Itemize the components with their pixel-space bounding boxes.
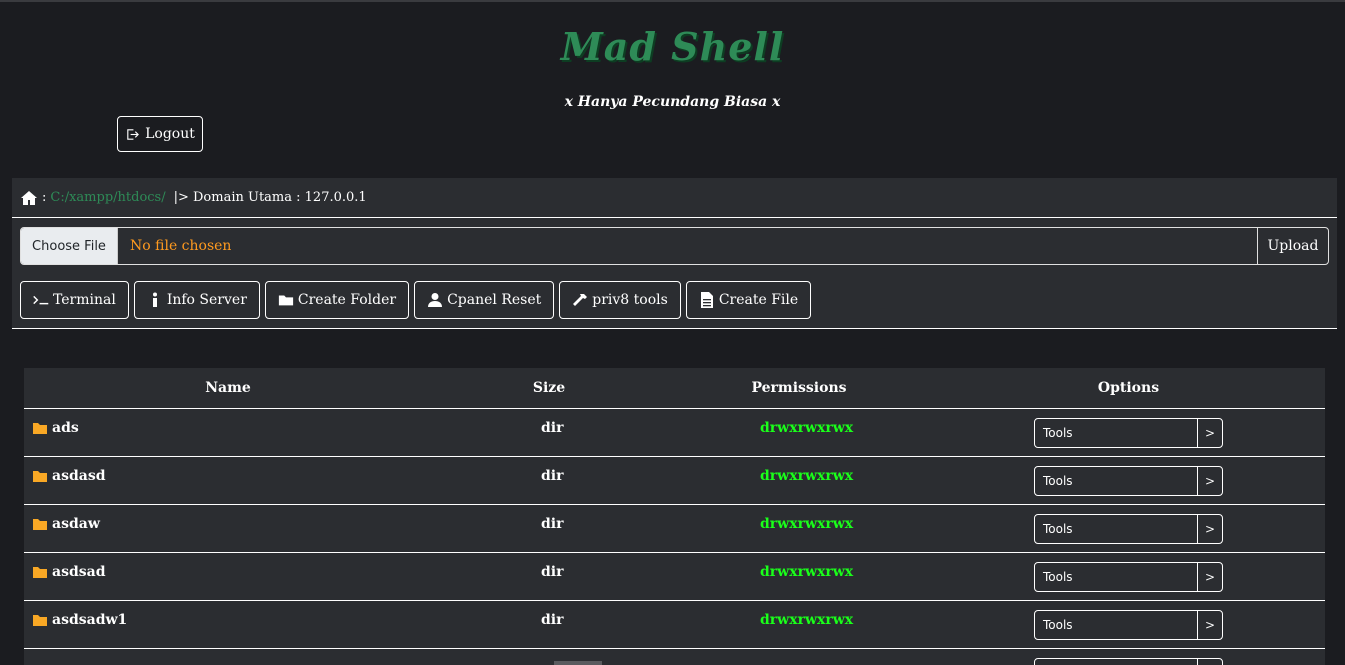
horizontal-scrollbar[interactable] — [554, 661, 602, 665]
header-permissions[interactable]: Permissions — [666, 380, 932, 396]
tools-go-button[interactable] — [1197, 659, 1222, 665]
tools-go-button[interactable]: > — [1197, 467, 1222, 495]
tools-select[interactable]: Tools — [1035, 563, 1197, 591]
file-icon — [700, 292, 713, 308]
file-permissions[interactable]: drwxrwxrwx — [760, 612, 853, 628]
create-folder-label: Create Folder — [297, 292, 397, 308]
file-permissions[interactable]: drwxrwxrwx — [760, 516, 853, 532]
create-file-button[interactable]: Create File — [685, 281, 812, 319]
table-row: asdsad dir drwxrwxrwx Tools > — [24, 553, 1325, 601]
file-size: dir — [541, 564, 564, 580]
priv8-tools-label: priv8 tools — [592, 292, 668, 308]
current-path-link[interactable]: C:/xampp/htdocs/ — [50, 190, 165, 205]
tools-select[interactable]: Tools — [1035, 467, 1197, 495]
folder-icon — [33, 567, 47, 578]
header-options: Options — [1097, 380, 1160, 396]
folder-icon — [33, 615, 47, 626]
table-row: asdsadw1 dir drwxrwxrwx Tools > — [24, 601, 1325, 649]
file-size: dir — [541, 516, 564, 532]
tools-select[interactable]: Tools — [1035, 611, 1197, 639]
hammer-icon — [573, 294, 588, 306]
file-name[interactable]: asdasd — [52, 468, 105, 484]
choose-file-button[interactable]: Choose File — [21, 228, 118, 264]
file-status-text: No file chosen — [130, 238, 232, 254]
terminal-label: Terminal — [53, 292, 116, 308]
file-name-cell[interactable]: asdasd — [32, 468, 105, 484]
logout-icon — [127, 128, 140, 140]
file-upload-group: Choose File No file chosen Upload — [20, 227, 1329, 265]
tools-select-group — [1034, 658, 1223, 665]
tools-select-group: Tools > — [1034, 466, 1223, 496]
tools-select-group: Tools > — [1034, 514, 1223, 544]
tools-select-group: Tools > — [1034, 562, 1223, 592]
file-size: dir — [541, 612, 564, 628]
file-name[interactable]: asdaw — [52, 516, 100, 532]
table-row: ads dir drwxrwxrwx Tools > — [24, 409, 1325, 457]
table-row: asdaw dir drwxrwxrwx Tools > — [24, 505, 1325, 553]
domain-info: |> Domain Utama : 127.0.0.1 — [173, 190, 367, 205]
home-icon[interactable] — [20, 190, 38, 206]
user-icon — [428, 293, 443, 307]
table-row: asdasd dir drwxrwxrwx Tools > — [24, 457, 1325, 505]
info-server-button[interactable]: Info Server — [133, 281, 260, 319]
create-folder-button[interactable]: Create Folder — [264, 281, 410, 319]
priv8-tools-button[interactable]: priv8 tools — [559, 281, 681, 319]
file-permissions[interactable]: drwxrwxrwx — [760, 564, 853, 580]
tools-go-button[interactable]: > — [1197, 563, 1222, 591]
tools-select-group: Tools > — [1034, 418, 1223, 448]
tools-select[interactable]: Tools — [1035, 419, 1197, 447]
file-table: Name Size Permissions Options ads dir drwx… — [24, 368, 1325, 665]
tools-select-group: Tools > — [1034, 610, 1223, 640]
header-name[interactable]: Name — [24, 380, 432, 396]
file-name[interactable]: asdsadw1 — [52, 612, 127, 628]
site-title: Mad Shell — [560, 24, 785, 69]
create-file-label: Create File — [718, 292, 799, 308]
file-name-cell[interactable]: ads — [32, 420, 79, 436]
tools-go-button[interactable]: > — [1197, 515, 1222, 543]
cpanel-reset-button[interactable]: Cpanel Reset — [414, 281, 555, 319]
info-server-label: Info Server — [166, 292, 247, 308]
table-header: Name Size Permissions Options — [24, 368, 1325, 409]
info-icon — [152, 292, 157, 307]
file-name[interactable]: asdsad — [52, 564, 105, 580]
folder-icon — [33, 471, 47, 482]
file-permissions[interactable]: drwxrwxrwx — [760, 468, 853, 484]
folder-icon — [278, 295, 294, 306]
file-permissions[interactable]: drwxrwxrwx — [760, 420, 853, 436]
file-name-cell[interactable]: asdsad — [32, 564, 105, 580]
file-size: dir — [541, 420, 564, 436]
folder-icon — [33, 423, 47, 434]
file-name[interactable]: ads — [52, 420, 79, 436]
logout-label: Logout — [145, 126, 195, 142]
header-size[interactable]: Size — [432, 380, 666, 396]
path-separator: : — [42, 190, 47, 205]
cpanel-reset-label: Cpanel Reset — [447, 292, 542, 308]
tools-select[interactable] — [1035, 659, 1197, 665]
path-bar: : C:/xampp/htdocs/ |> Domain Utama : 127… — [12, 178, 1337, 218]
terminal-icon — [33, 295, 49, 305]
terminal-button[interactable]: Terminal — [20, 281, 129, 319]
folder-icon — [33, 519, 47, 530]
upload-button[interactable]: Upload — [1257, 228, 1328, 264]
toolbar: Terminal Info Server Create Folder Cpane… — [20, 281, 812, 319]
tools-go-button[interactable]: > — [1197, 611, 1222, 639]
tools-select[interactable]: Tools — [1035, 515, 1197, 543]
control-panel: : C:/xampp/htdocs/ |> Domain Utama : 127… — [12, 178, 1337, 329]
site-subtitle: x Hanya Pecundang Biasa x — [564, 94, 781, 110]
file-size: dir — [541, 468, 564, 484]
logout-button[interactable]: Logout — [117, 116, 203, 152]
file-name-cell[interactable]: asdsadw1 — [32, 612, 127, 628]
tools-go-button[interactable]: > — [1197, 419, 1222, 447]
file-name-cell[interactable]: asdaw — [32, 516, 100, 532]
